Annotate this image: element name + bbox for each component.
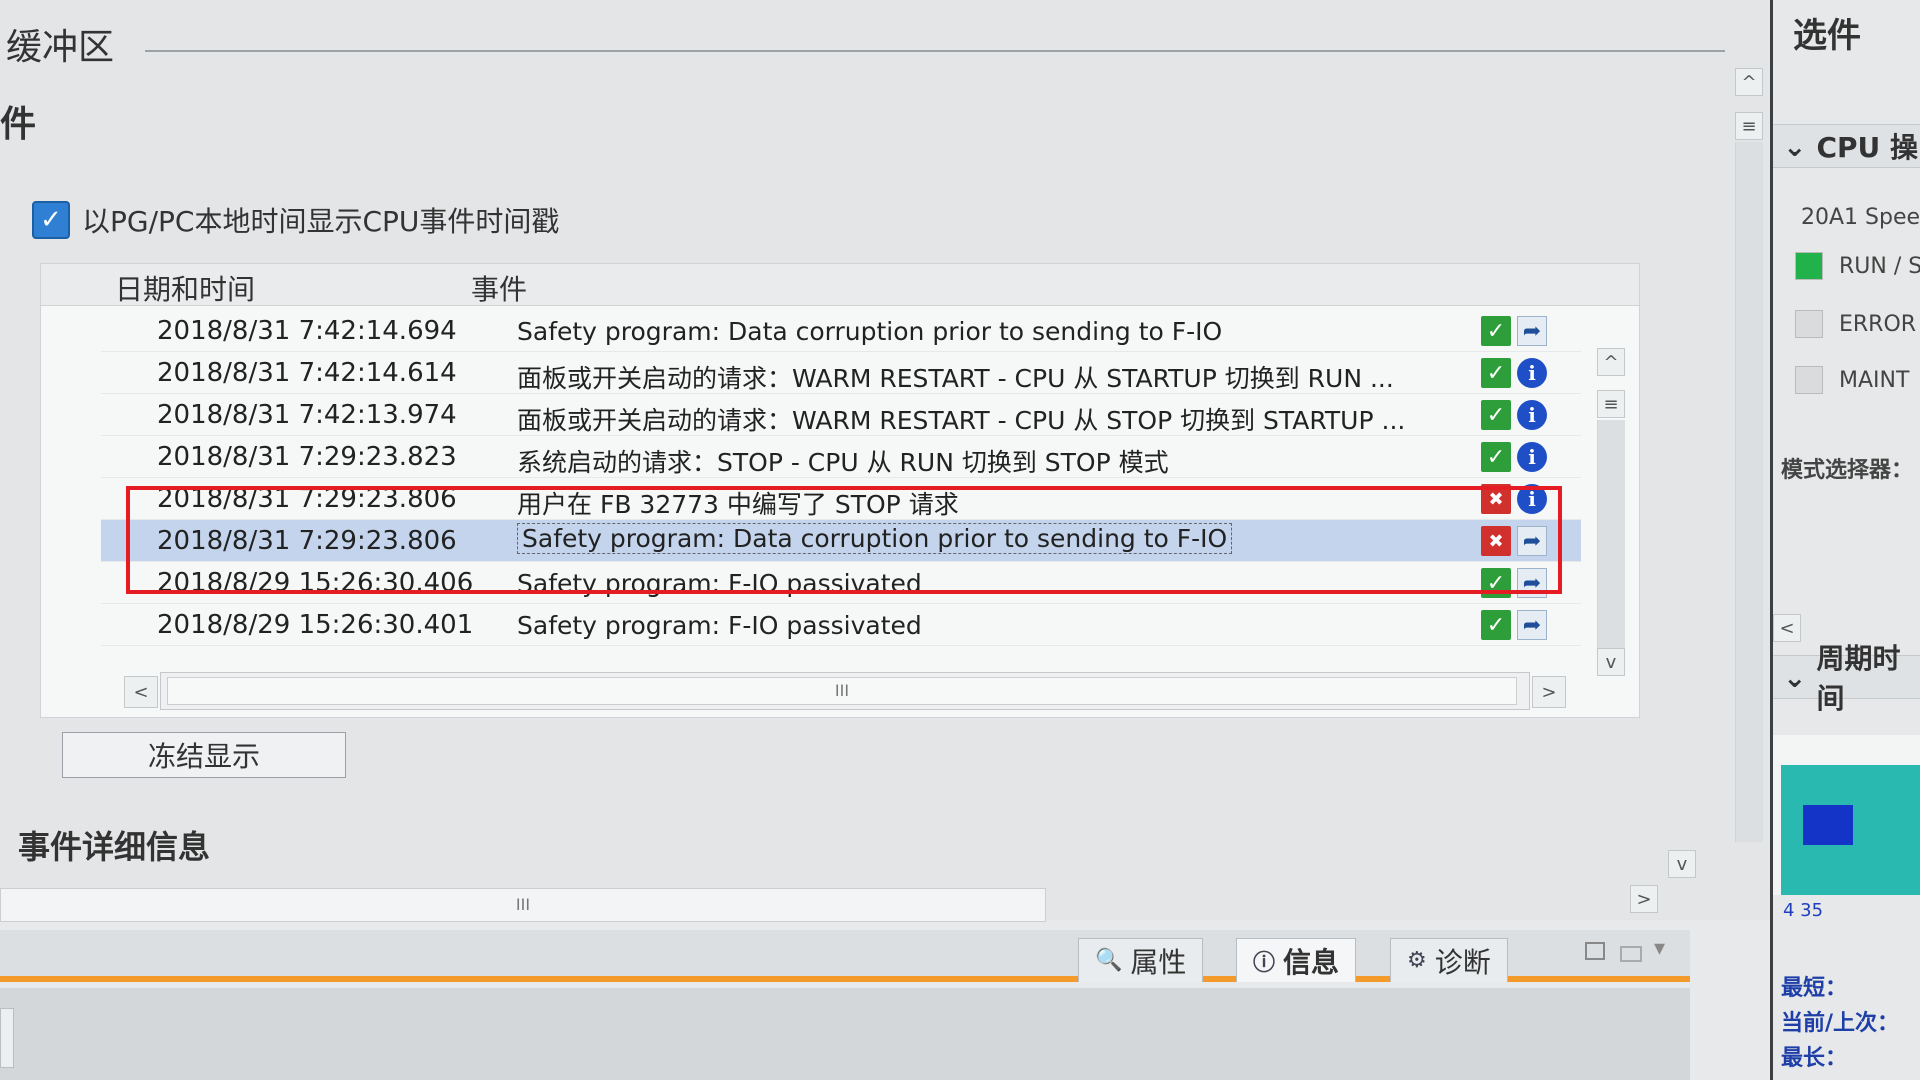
panel-scroll-down-button[interactable]: v [1668,850,1696,878]
check-icon: ✓ [1481,400,1511,430]
panel-horizontal-scrollbar[interactable]: III [0,888,1046,922]
info-icon[interactable]: i [1517,400,1547,430]
row-event: Safety program: Data corruption prior to… [517,317,1223,346]
info-icon: ⓘ [1253,950,1276,976]
cycle-chart-bar [1803,805,1853,845]
status-footer [0,988,1690,1080]
panel-scroll-left-button[interactable]: < [1773,614,1801,642]
min-cycle-label: 最短： [1781,976,1848,1001]
tab-diagnostics[interactable]: ⚙ 诊断 [1390,938,1508,982]
row-datetime: 2018/8/31 7:29:23.823 [157,442,457,472]
cycle-axis-label: 4 35 [1783,900,1824,921]
local-time-checkbox[interactable]: ✓ [32,201,70,239]
table-scroll-right-button[interactable]: > [1532,676,1566,708]
row-datetime: 2018/8/29 15:26:30.401 [157,610,474,640]
panel-vertical-scrollbar[interactable] [1735,142,1763,842]
table-row[interactable]: 2018/8/31 7:42:14.694 Safety program: Da… [101,310,1581,352]
maint-led [1795,366,1823,394]
table-row[interactable]: 2018/8/29 15:26:30.401 Safety program: F… [101,604,1581,646]
max-cycle-label: 最长： [1781,1046,1848,1071]
run-stop-led [1795,252,1823,280]
row-event: Safety program: F-IO passivated [517,611,922,640]
table-horizontal-scrollbar[interactable]: III [160,672,1530,710]
tab-label: 诊断 [1434,945,1491,979]
chevron-down-icon: ⌄ [1783,129,1807,163]
chevron-down-icon[interactable]: ▾ [1654,936,1665,961]
row-datetime: 2018/8/31 7:42:13.974 [157,400,457,430]
column-event[interactable]: 事件 [471,268,527,308]
buffer-title: 缓冲区 [6,27,115,68]
row-event: 面板或开关启动的请求：WARM RESTART - CPU 从 STOP 切换到… [517,406,1406,435]
table-row[interactable]: 2018/8/31 7:42:14.614 面板或开关启动的请求：WARM RE… [101,352,1581,394]
tab-properties[interactable]: 🔍 属性 [1078,938,1204,982]
title-divider [145,50,1725,52]
table-scroll-left-button[interactable]: < [124,676,158,708]
tab-label: 属性 [1130,945,1187,979]
table-vertical-scrollbar[interactable] [1597,420,1625,660]
row-datetime: 2018/8/31 7:42:14.614 [157,358,457,388]
error-label: ERROR [1839,312,1917,337]
run-stop-label: RUN / S [1839,254,1920,279]
check-icon: ✓ [1481,442,1511,472]
check-icon: ✓ [1481,358,1511,388]
error-led [1795,310,1823,338]
goto-icon[interactable]: ➦ [1517,610,1547,640]
table-scroll-up-button[interactable]: ^ [1597,348,1625,376]
section-title: 件 [0,104,37,145]
panel-scroll-right-button[interactable]: > [1630,885,1658,913]
current-cycle-label: 当前/上次： [1781,1011,1900,1036]
maint-label: MAINT [1839,368,1910,393]
cycle-time-title: 周期时间 [1816,642,1901,715]
table-scroll-thumb[interactable]: III [167,677,1517,705]
check-icon: ✓ [1481,610,1511,640]
cpu-operator-panel-header[interactable]: ⌄ CPU 操 [1773,124,1920,168]
table-scroll-menu-button[interactable]: ≡ [1597,390,1625,418]
local-time-label: 以PG/PC本地时间显示CPU事件时间戳 [82,205,560,238]
freeze-display-button[interactable]: 冻结显示 [62,732,346,778]
diagnostic-buffer-panel: 缓冲区 件 ^ ≡ v > ✓ 以PG/PC本地时间显示CPU事件时间戳 日期和… [0,0,1770,922]
row-datetime: 2018/8/31 7:42:14.694 [157,316,457,346]
tab-label: 信息 [1283,945,1340,979]
inspector-tab-bar: 🔍 属性 ⓘ 信息 ⚙ 诊断 ▾ [0,930,1690,982]
goto-icon[interactable]: ➦ [1517,316,1547,346]
cpu-name: 20A1 Spee [1801,205,1920,230]
chevron-down-icon: ⌄ [1783,660,1807,694]
footer-field[interactable] [0,1008,14,1068]
highlight-annotation [126,486,1562,594]
cycle-time-panel-header[interactable]: ⌄ 周期时间 [1773,642,1920,715]
check-icon: ✓ [1481,316,1511,346]
info-icon[interactable]: i [1517,358,1547,388]
panel-scroll-up-button[interactable]: ^ [1735,68,1763,96]
row-event: 面板或开关启动的请求：WARM RESTART - CPU 从 STARTUP … [517,364,1394,393]
table-header: 日期和时间 事件 [41,264,1639,306]
tab-info[interactable]: ⓘ 信息 [1236,938,1357,982]
info-icon[interactable]: i [1517,442,1547,472]
column-datetime[interactable]: 日期和时间 [115,268,255,308]
cycle-time-chart: 4 35 [1773,735,1920,921]
table-row[interactable]: 2018/8/31 7:29:23.823 系统启动的请求：STOP - CPU… [101,436,1581,478]
online-tools-panel: 选件 ⌄ CPU 操 20A1 Spee RUN / S ERROR MAINT… [1770,0,1920,1080]
panel-scroll-menu-button[interactable]: ≡ [1735,112,1763,140]
row-event: 系统启动的请求：STOP - CPU 从 RUN 切换到 STOP 模式 [517,448,1169,477]
event-details-title: 事件详细信息 [18,828,211,866]
table-scroll-down-button[interactable]: v [1597,648,1625,676]
cpu-operator-title: CPU 操 [1816,131,1919,164]
maximize-window-icon[interactable] [1620,946,1642,962]
local-time-option[interactable]: ✓ 以PG/PC本地时间显示CPU事件时间戳 [32,200,559,240]
diagnostics-icon: ⚙ [1407,948,1427,973]
table-row[interactable]: 2018/8/31 7:42:13.974 面板或开关启动的请求：WARM RE… [101,394,1581,436]
panel-title: 选件 [1793,16,1861,56]
restore-window-icon[interactable] [1585,942,1605,960]
properties-icon: 🔍 [1095,948,1123,973]
mode-selector-label: 模式选择器： [1781,458,1914,483]
